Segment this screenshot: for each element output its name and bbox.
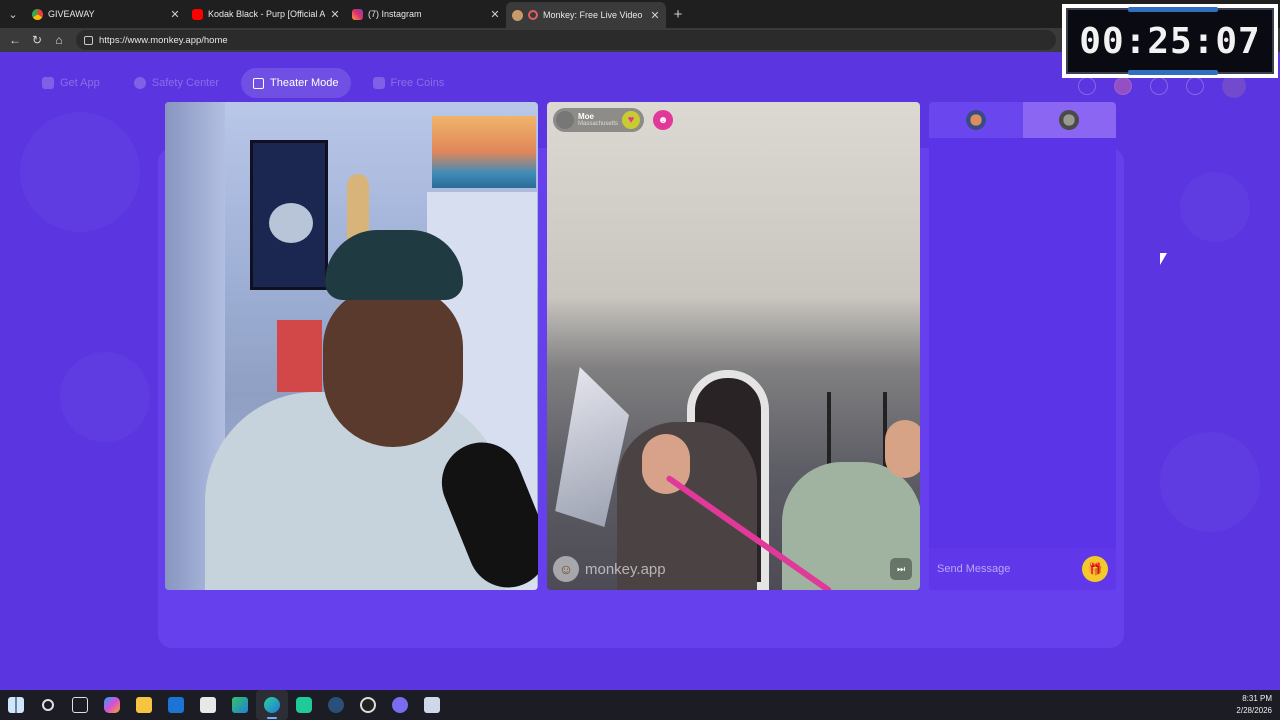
tab-title: (7) Instagram [368,9,422,19]
video-scene [885,420,920,478]
copilot-icon[interactable] [96,690,128,720]
close-tab-icon[interactable]: ✕ [490,8,500,21]
user-badge-icon[interactable]: ☻ [653,110,673,130]
tab-list-dropdown-icon[interactable]: ⌄ [0,0,26,28]
chat-app-icon[interactable] [384,690,416,720]
timer-display: 00:25:07 [1066,7,1274,75]
edge-icon[interactable] [256,690,288,720]
monkey-icon [512,9,523,21]
remote-user-badge[interactable]: Moe Massachusetts ♥ [553,108,645,132]
outlook-icon[interactable] [160,690,192,720]
clock-date: 2/28/2026 [1236,706,1272,715]
obs-icon[interactable] [352,690,384,720]
instagram-icon [352,8,363,20]
close-tab-icon[interactable]: ✕ [170,8,180,21]
coins-icon [372,77,385,89]
new-tab-icon[interactable]: + [666,0,690,28]
app-icon[interactable] [288,690,320,720]
clock-time: 8:31 PM [1242,694,1272,703]
game-app-icon[interactable] [224,690,256,720]
local-video [165,102,538,590]
video-scene [325,230,463,300]
chat-tab-local[interactable] [929,102,1023,138]
tab-title: Kodak Black - Purp [Official Audio] [208,9,325,19]
search-icon[interactable] [1078,77,1096,95]
chat-tabs [929,102,1116,138]
get-app-button[interactable]: Get App [30,68,112,98]
reload-icon[interactable]: ↻ [28,31,46,49]
site-info-icon[interactable] [84,35,93,45]
history-icon[interactable] [1150,77,1168,95]
skip-icon[interactable]: ⏭ [890,558,912,580]
browser-tab-instagram[interactable]: (7) Instagram ✕ [346,0,506,28]
start-icon[interactable] [0,690,32,720]
background-bubble [1180,172,1250,242]
video-scene [323,287,463,447]
remote-user-avatar [1059,110,1080,130]
remote-video: Moe Massachusetts ♥ ☻ ☺ monkey.app ⏭ [547,102,920,590]
recording-icon [528,10,538,20]
heart-icon[interactable]: ♥ [622,111,641,129]
home-icon[interactable]: ⌂ [50,31,68,49]
background-bubble [1160,432,1260,532]
remote-user-avatar [556,111,574,129]
url-text: https://www.monkey.app/home [99,34,228,46]
local-user-avatar [965,110,986,130]
remote-user-name: Moe [578,112,594,121]
tab-title: GIVEAWAY [48,9,95,19]
store-icon[interactable] [192,690,224,720]
browser-tab-youtube[interactable]: Kodak Black - Purp [Official Audio] ✕ [186,0,346,28]
steam-icon[interactable] [320,690,352,720]
back-icon[interactable]: ← [6,31,24,49]
browser-tab-monkey[interactable]: Monkey: Free Live Video Chat ✕ [506,2,666,28]
timer-decoration [1128,70,1218,75]
gift-icon[interactable]: 🎁 [1082,556,1108,582]
top-nav: Get App Safety Center Theater Mode Free … [30,68,456,98]
system-clock[interactable]: 8:31 PM 2/28/2026 [1236,693,1272,717]
close-tab-icon[interactable]: ✕ [650,9,660,22]
notepad-icon[interactable] [416,690,448,720]
expand-icon [253,77,265,89]
video-scene [432,116,536,188]
nav-label: Free Coins [390,77,445,89]
nav-label: Safety Center [151,77,220,89]
watermark-text: monkey.app [585,560,666,578]
remote-user-info: Moe Massachusetts [578,112,618,128]
send-message-input[interactable]: Send Message [937,563,1082,575]
youtube-icon [192,8,203,20]
chat-panel: Send Message 🎁 [929,102,1116,590]
video-scene [250,140,328,290]
stream-timer: 00:25:07 [1062,4,1278,78]
url-field[interactable]: https://www.monkey.app/home [76,30,1056,50]
nav-label: Get App [60,77,100,89]
remote-user-location: Massachusetts [578,121,619,127]
theater-mode-button[interactable]: Theater Mode [241,68,351,98]
notifications-icon[interactable] [1114,77,1132,95]
video-scene [269,203,313,243]
timer-decoration [1128,7,1218,12]
safety-center-button[interactable]: Safety Center [122,68,231,98]
monkey-watermark: ☺ monkey.app [553,556,666,582]
task-view-icon[interactable] [64,690,96,720]
windows-taskbar: 8:31 PM 2/28/2026 [0,690,1280,720]
background-bubble [60,352,150,442]
background-bubble [20,112,140,232]
mouse-cursor [1160,253,1167,265]
search-icon[interactable] [32,690,64,720]
chat-tab-remote[interactable] [1022,102,1116,138]
shield-icon [133,77,146,89]
settings-icon[interactable] [1186,77,1204,95]
free-coins-button[interactable]: Free Coins [361,68,457,98]
chrome-color-icon [32,8,43,20]
file-explorer-icon[interactable] [128,690,160,720]
nav-label: Theater Mode [270,77,339,89]
video-scene [277,320,322,392]
monkey-logo-icon: ☺ [553,556,579,582]
timer-value: 00:25:07 [1079,20,1261,62]
close-tab-icon[interactable]: ✕ [330,8,340,21]
browser-tab-giveaway[interactable]: GIVEAWAY ✕ [26,0,186,28]
phone-icon [42,77,54,89]
tab-title: Monkey: Free Live Video Chat [543,10,645,20]
chat-input-bar: Send Message 🎁 [929,548,1116,590]
